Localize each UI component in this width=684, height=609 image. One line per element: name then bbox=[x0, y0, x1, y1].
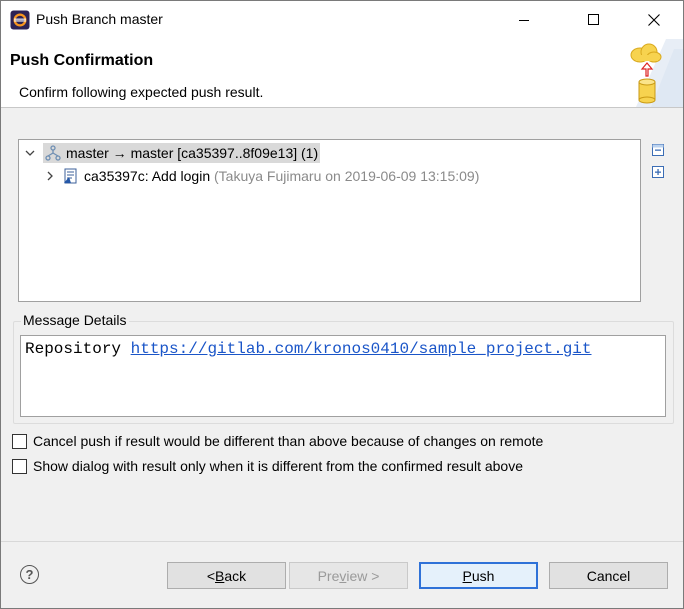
show-only-if-different-checkbox[interactable] bbox=[12, 458, 27, 474]
push-branch-dialog: Push Branch master Push Confirmation Con… bbox=[0, 0, 684, 609]
help-button[interactable]: ? bbox=[20, 565, 39, 584]
commit-label: ca35397c: Add login bbox=[84, 168, 211, 184]
branch-label: master → master [ca35397..8f09e13] (1) bbox=[66, 145, 319, 161]
chevron-right-icon[interactable] bbox=[43, 169, 57, 183]
repository-label: Repository bbox=[25, 340, 122, 358]
chevron-down-icon[interactable] bbox=[23, 146, 37, 160]
branch-node[interactable]: master → master [ca35397..8f09e13] (1) bbox=[43, 143, 321, 163]
title-bar: Push Branch master bbox=[1, 1, 683, 39]
cancel-if-different-option[interactable]: Cancel push if result would be different… bbox=[12, 433, 543, 449]
show-only-if-different-option[interactable]: Show dialog with result only when it is … bbox=[12, 458, 523, 474]
cancel-button[interactable]: Cancel bbox=[549, 562, 668, 589]
push-to-cloud-icon bbox=[630, 39, 683, 107]
tree-row-commit[interactable]: ca35397c: Add login (Takuya Fujimaru on … bbox=[43, 166, 479, 186]
collapse-all-icon[interactable] bbox=[650, 142, 666, 158]
message-details-label: Message Details bbox=[21, 312, 129, 328]
page-title: Push Confirmation bbox=[10, 52, 154, 69]
window-title: Push Branch master bbox=[36, 11, 163, 27]
push-result-tree[interactable]: master → master [ca35397..8f09e13] (1) c… bbox=[18, 139, 641, 302]
repository-link[interactable]: https://gitlab.com/kronos0410/sample_pro… bbox=[131, 340, 592, 358]
commit-detail: (Takuya Fujimaru on 2019-06-09 13:15:09) bbox=[214, 168, 480, 184]
minimize-button[interactable] bbox=[501, 1, 547, 39]
help-icon: ? bbox=[25, 567, 34, 582]
commit-icon bbox=[64, 168, 77, 184]
minimize-icon bbox=[519, 20, 529, 21]
footer-divider bbox=[1, 541, 683, 542]
branch-icon bbox=[45, 145, 61, 161]
expand-all-icon[interactable] bbox=[650, 164, 666, 180]
close-icon bbox=[648, 14, 660, 26]
close-button[interactable] bbox=[631, 1, 677, 39]
show-only-if-different-label: Show dialog with result only when it is … bbox=[33, 458, 523, 474]
cancel-if-different-label: Cancel push if result would be different… bbox=[33, 433, 544, 449]
cancel-if-different-checkbox[interactable] bbox=[12, 433, 27, 449]
push-button[interactable]: Push bbox=[419, 562, 538, 589]
page-description: Confirm following expected push result. bbox=[19, 84, 264, 100]
back-button[interactable]: < Back bbox=[167, 562, 286, 589]
maximize-button[interactable] bbox=[571, 1, 617, 39]
tree-toolbar bbox=[650, 142, 666, 186]
message-details-text[interactable]: Repository https://gitlab.com/kronos0410… bbox=[20, 335, 666, 417]
maximize-icon bbox=[588, 14, 599, 25]
tree-row-branch[interactable]: master → master [ca35397..8f09e13] (1) bbox=[23, 143, 321, 163]
preview-button[interactable]: Pre v iew > bbox=[289, 562, 408, 589]
wizard-header: Push Confirmation Confirm following expe… bbox=[1, 39, 683, 108]
eclipse-icon bbox=[10, 10, 30, 30]
